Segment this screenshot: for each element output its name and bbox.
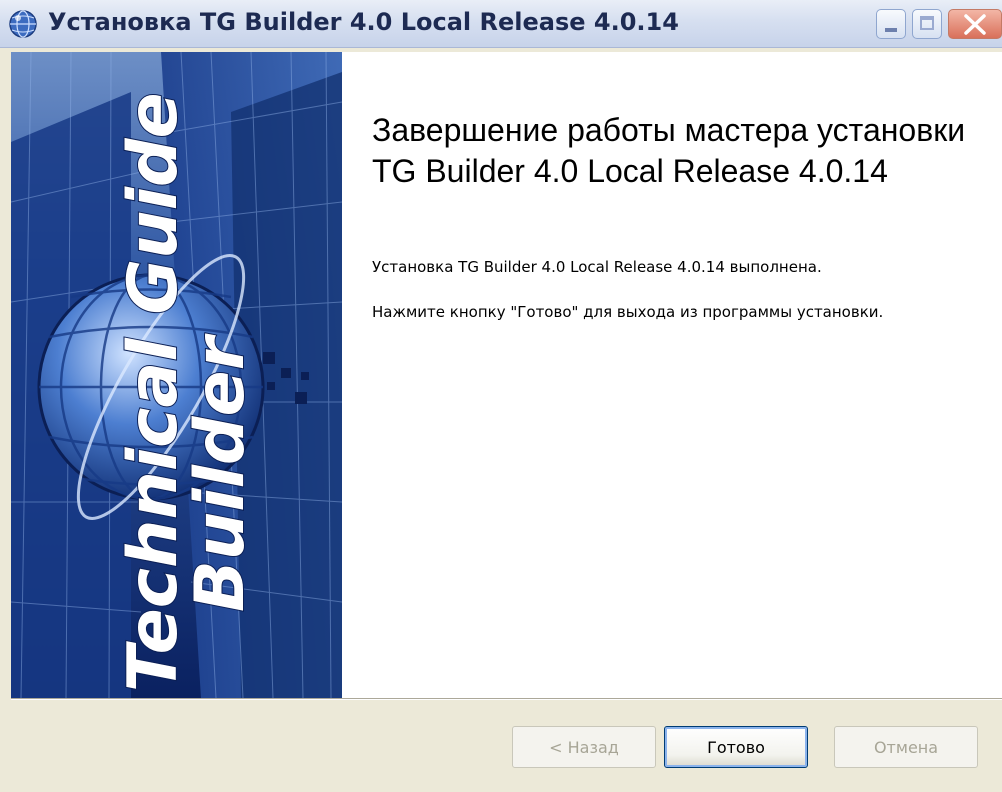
installer-globe-icon [8,9,38,39]
close-button[interactable] [948,9,1002,39]
maximize-icon [920,16,934,30]
close-icon [964,14,986,35]
title-bar[interactable]: Установка TG Builder 4.0 Local Release 4… [0,0,1002,48]
page-title: Завершение работы мастера установки TG B… [372,112,966,189]
installer-window: Установка TG Builder 4.0 Local Release 4… [0,0,1002,792]
wizard-content-panel: Завершение работы мастера установки TG B… [342,52,1002,698]
window-title: Установка TG Builder 4.0 Local Release 4… [48,8,679,36]
cancel-button[interactable]: Отмена [834,726,978,768]
banner-text-builder: Builder [181,332,260,612]
finish-button[interactable]: Готово [664,726,808,768]
status-text: Установка TG Builder 4.0 Local Release 4… [372,258,822,276]
back-button[interactable]: < Назад [512,726,656,768]
minimize-icon [885,28,897,32]
instruction-text: Нажмите кнопку "Готово" для выхода из пр… [372,303,884,321]
wizard-banner-image: Technical Guide Builder [11,52,342,698]
maximize-button[interactable] [912,9,942,39]
minimize-button[interactable] [876,9,906,39]
